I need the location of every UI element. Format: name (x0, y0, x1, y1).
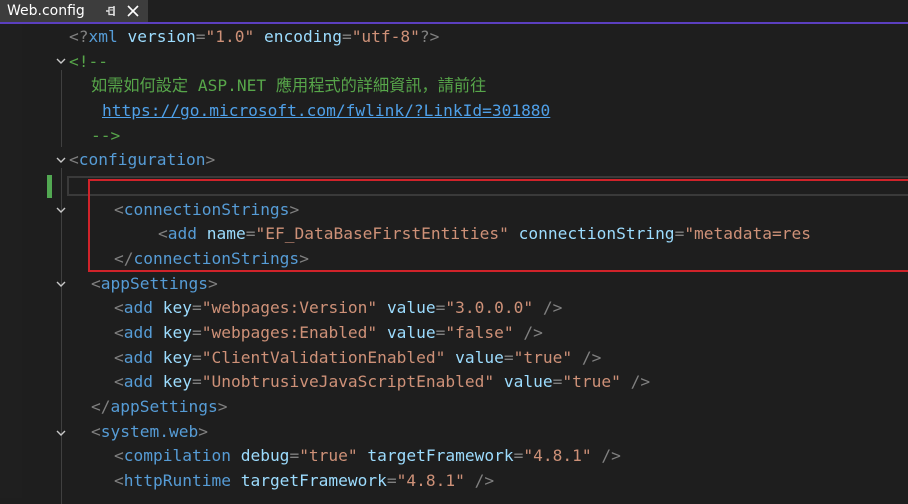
code-token: key (162, 323, 192, 342)
code-token: "1.0" (205, 27, 255, 46)
code-token: configuration (78, 150, 206, 169)
code-token: targetFramework (367, 446, 514, 465)
code-token: "EF_DataBaseFirstEntities" (255, 224, 509, 243)
code-token: "false" (445, 323, 514, 342)
code-token: "metadata=res (684, 224, 812, 243)
code-token: value (386, 298, 436, 317)
chevron-down-icon[interactable] (56, 279, 66, 289)
code-line-comment-close: --> (91, 126, 121, 145)
code-token: appSettings (100, 274, 208, 293)
code-token: "utf-8" (351, 27, 420, 46)
code-line-compilation: <compilation debug="true" targetFramewor… (114, 446, 621, 465)
code-line-app-setting: <add key="UnobtrusiveJavaScriptEnabled" … (114, 372, 651, 391)
code-token: add (123, 323, 153, 342)
code-token: key (162, 298, 192, 317)
code-token: value (503, 372, 553, 391)
chevron-down-icon[interactable] (56, 56, 66, 66)
code-token: "true" (513, 348, 573, 367)
code-token: add (123, 372, 153, 391)
code-token: "3.0.0.0" (445, 298, 534, 317)
code-token: system.web (100, 422, 199, 441)
chevron-down-icon[interactable] (56, 428, 66, 438)
code-token: add (167, 224, 197, 243)
current-line-highlight (67, 176, 908, 196)
code-line-app-setting: <add key="webpages:Enabled" value="false… (114, 323, 543, 342)
code-token: name (206, 224, 246, 243)
code-token: add (123, 298, 153, 317)
code-line-comment-text: 如需如何設定 ASP.NET 應用程式的詳細資訊，請前往 (91, 76, 487, 95)
code-token: ?> (419, 27, 440, 46)
code-line-configuration-open: <configuration> (69, 150, 216, 169)
tab-title: Web.config (7, 3, 85, 19)
fold-guide (61, 293, 62, 420)
code-token: encoding (263, 27, 342, 46)
code-token: "webpages:Enabled" (201, 323, 378, 342)
code-token: connectionStrings (133, 249, 300, 268)
code-token: value (455, 348, 504, 367)
code-token: debug (240, 446, 290, 465)
code-token: <? (69, 27, 89, 46)
code-token: "true" (299, 446, 358, 465)
editor-margin (0, 24, 22, 498)
code-token: targetFramework (240, 471, 387, 490)
chevron-down-icon[interactable] (56, 205, 66, 215)
comment-link[interactable]: https://go.microsoft.com/fwlink/?LinkId=… (102, 99, 550, 123)
code-token: add (123, 348, 153, 367)
code-line-xml-declaration: <?xml version="1.0" encoding="utf-8"?> (69, 27, 440, 46)
code-line-connection-add: <add name="EF_DataBaseFirstEntities" con… (158, 224, 812, 243)
code-token: "webpages:Version" (201, 298, 378, 317)
fold-guide (61, 442, 62, 498)
pin-icon[interactable] (104, 3, 118, 19)
code-line-app-settings-open: <appSettings> (91, 274, 218, 293)
code-token: appSettings (110, 397, 218, 416)
code-token: connectionStrings (123, 200, 290, 219)
change-marker (47, 175, 52, 198)
code-line-comment-open: <!-- (69, 52, 108, 71)
code-line-http-runtime: <httpRuntime targetFramework="4.8.1" /> (114, 471, 495, 490)
tab-web-config[interactable]: Web.config (0, 0, 148, 22)
code-token: xml (88, 27, 118, 46)
code-token: "true" (562, 372, 621, 391)
code-line-connection-strings-close: </connectionStrings> (114, 249, 309, 268)
code-line-connection-strings-open: <connectionStrings> (114, 200, 300, 219)
fold-guide (61, 70, 62, 147)
code-token: connectionString (518, 224, 675, 243)
code-token: "ClientValidationEnabled" (201, 348, 446, 367)
code-token: key (162, 348, 192, 367)
document-tab-bar: Web.config (0, 0, 908, 22)
code-token: "4.8.1" (396, 471, 465, 490)
code-line-app-setting: <add key="ClientValidationEnabled" value… (114, 348, 602, 367)
code-token: httpRuntime (123, 471, 231, 490)
close-icon[interactable] (126, 4, 140, 18)
code-token: key (162, 372, 192, 391)
code-line-app-settings-close: </appSettings> (91, 397, 228, 416)
code-editor[interactable]: <?xml version="1.0" encoding="utf-8"?> <… (0, 24, 908, 504)
code-line-system-web-open: <system.web> (91, 422, 208, 441)
code-line-app-setting: <add key="webpages:Version" value="3.0.0… (114, 298, 563, 317)
code-token: compilation (123, 446, 231, 465)
fold-guide (61, 218, 62, 270)
chevron-down-icon[interactable] (56, 155, 66, 165)
code-token: "4.8.1" (523, 446, 592, 465)
code-token: version (127, 27, 196, 46)
code-token: value (386, 323, 436, 342)
code-token: "UnobtrusiveJavaScriptEnabled" (201, 372, 495, 391)
